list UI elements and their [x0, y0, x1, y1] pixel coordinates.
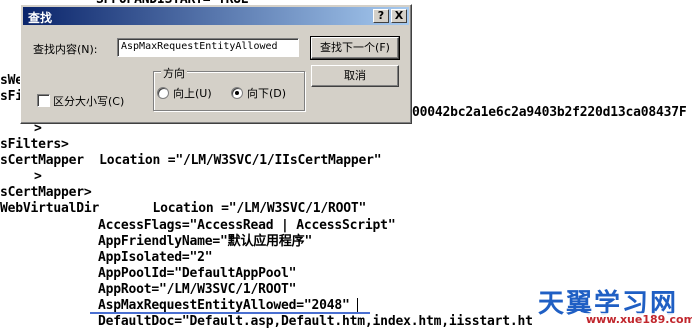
- editor-line: WebVirtualDir Location ="/LM/W3SVC/1/ROO…: [0, 201, 367, 216]
- radio-selected-dot: [235, 91, 239, 95]
- editor-line: sCertMapper Location ="/LM/W3SVC/1/IIsCe…: [0, 153, 382, 168]
- text-caret: [357, 298, 358, 312]
- editor-line: AccessFlags="AccessRead | AccessScript": [98, 218, 396, 233]
- find-what-label: 查找内容(N):: [33, 43, 98, 56]
- editor-line: >: [34, 169, 42, 184]
- find-dialog: 查找 ? X 查找内容(N): AspMaxRequestEntityAllow…: [20, 4, 412, 124]
- editor-line: sFilters>: [0, 137, 69, 152]
- title-bar[interactable]: 查找 ? X: [23, 7, 409, 25]
- help-button[interactable]: ?: [373, 9, 389, 23]
- direction-up-radio[interactable]: [157, 87, 169, 99]
- editor-line: AppFriendlyName="默认应用程序": [98, 234, 313, 249]
- editor-line: AppPoolId="DefaultAppPool": [98, 266, 297, 281]
- match-case-label[interactable]: 区分大小写(C): [53, 93, 124, 109]
- match-case-checkbox[interactable]: [37, 94, 50, 107]
- dialog-title: 查找: [28, 11, 53, 25]
- direction-down-radio[interactable]: [231, 87, 243, 99]
- editor-line: AppIsolated="2": [98, 250, 213, 265]
- match-underline: [90, 312, 370, 314]
- editor-line: sCertMapper>: [0, 185, 92, 200]
- watermark: 天翼学习网 www.xue189.com: [538, 283, 692, 331]
- editor-line: AppRoot="/LM/W3SVC/1/ROOT": [98, 282, 297, 297]
- find-next-button[interactable]: 查找下一个(F): [310, 36, 400, 60]
- watermark-url: www.xue189.com: [584, 313, 692, 326]
- editor-line: DefaultDoc="Default.asp,Default.htm,inde…: [98, 314, 533, 329]
- editor-line: 00042bc2a1e6c2a9403b2f220d13ca08437F: [412, 105, 687, 120]
- direction-up-label[interactable]: 向上(U): [173, 85, 212, 101]
- find-what-input[interactable]: AspMaxRequestEntityAllowed: [117, 38, 299, 57]
- direction-label: 方向: [161, 65, 187, 81]
- cancel-button[interactable]: 取消: [311, 65, 399, 87]
- direction-down-label[interactable]: 向下(D): [247, 85, 286, 101]
- close-button[interactable]: X: [391, 9, 407, 23]
